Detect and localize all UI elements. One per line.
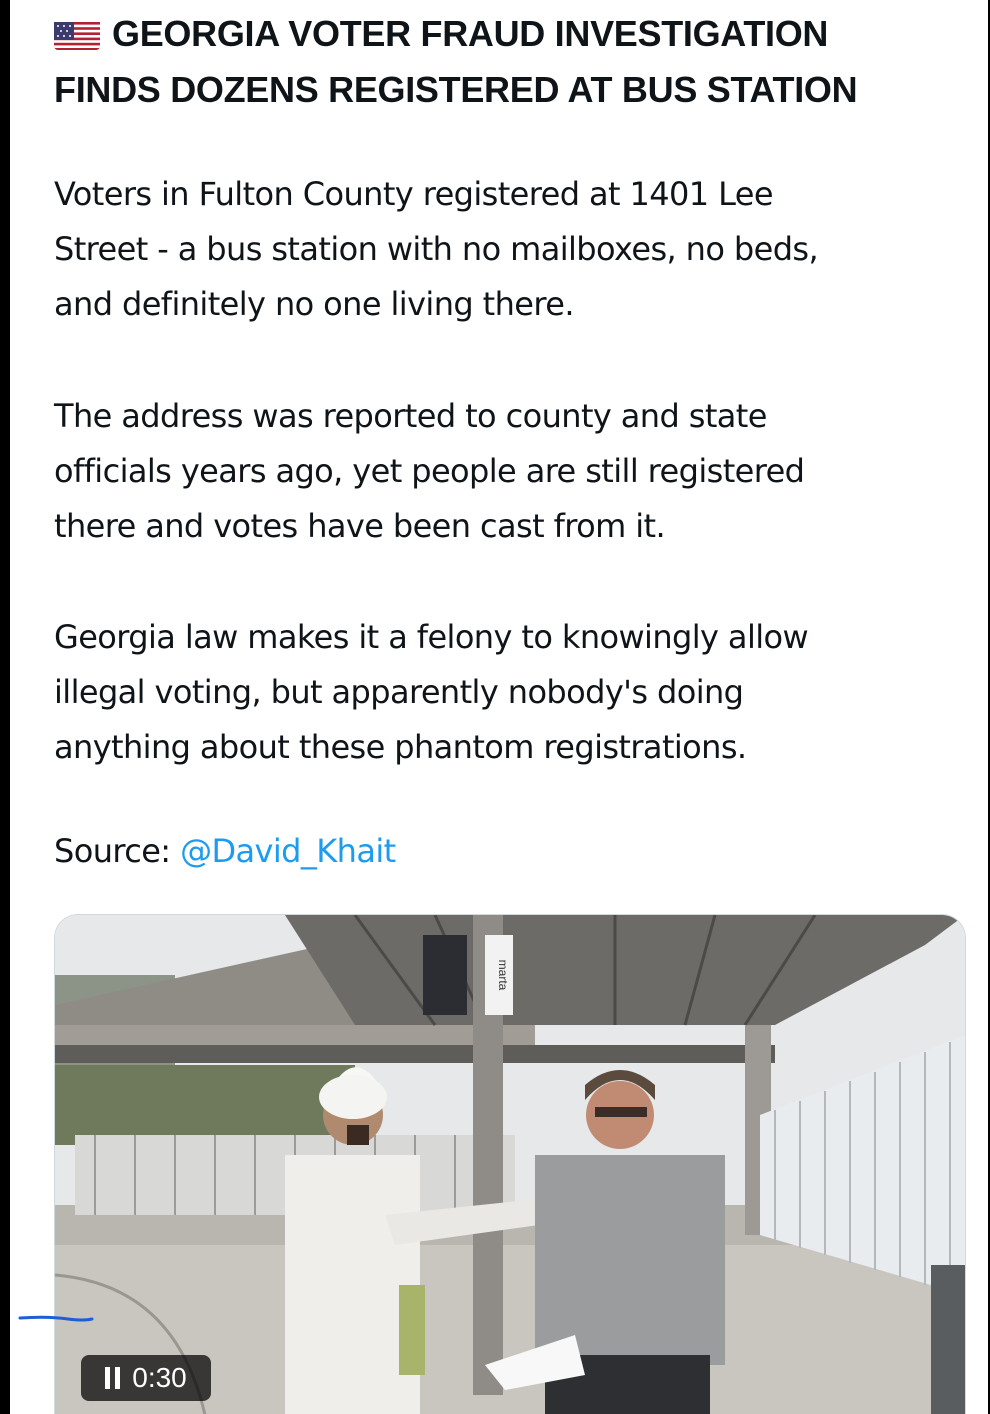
headline-line-1: GEORGIA VOTER FRAUD INVESTIGATION	[112, 13, 829, 54]
source-line: Source: @David_Khait	[54, 832, 396, 870]
video-timestamp-badge[interactable]: 0:30	[81, 1355, 211, 1401]
blue-pen-mark	[18, 1315, 94, 1322]
post-headline: GEORGIA VOTER FRAUD INVESTIGATION FINDS …	[54, 6, 954, 118]
paragraph-2-line-2: officials years ago, yet people are stil…	[54, 452, 805, 490]
paragraph-2-line-1: The address was reported to county and s…	[54, 397, 767, 435]
video-player[interactable]: marta 0:30	[54, 914, 966, 1414]
video-frame: marta	[55, 915, 965, 1414]
paragraph-3: Georgia law makes it a felony to knowing…	[54, 610, 964, 775]
tweet-card: GEORGIA VOTER FRAUD INVESTIGATION FINDS …	[10, 0, 988, 1414]
paragraph-1-line-2: Street - a bus station with no mailboxes…	[54, 230, 819, 268]
paragraph-2-line-3: there and votes have been cast from it.	[54, 507, 666, 545]
paragraph-1-line-1: Voters in Fulton County registered at 14…	[54, 175, 774, 213]
headline-line-2: FINDS DOZENS REGISTERED AT BUS STATION	[54, 69, 858, 110]
sign-text: marta	[496, 960, 510, 991]
paragraph-1-line-3: and definitely no one living there.	[54, 285, 575, 323]
pause-icon[interactable]	[105, 1367, 121, 1389]
paragraph-2: The address was reported to county and s…	[54, 389, 964, 554]
source-handle-link[interactable]: @David_Khait	[180, 832, 396, 870]
us-flag-icon	[54, 16, 100, 50]
paragraph-1: Voters in Fulton County registered at 14…	[54, 167, 964, 332]
paragraph-3-line-2: illegal voting, but apparently nobody's …	[54, 673, 744, 711]
source-label: Source:	[54, 832, 171, 870]
video-timestamp: 0:30	[132, 1362, 187, 1393]
paragraph-3-line-1: Georgia law makes it a felony to knowing…	[54, 618, 809, 656]
paragraph-3-line-3: anything about these phantom registratio…	[54, 728, 747, 766]
